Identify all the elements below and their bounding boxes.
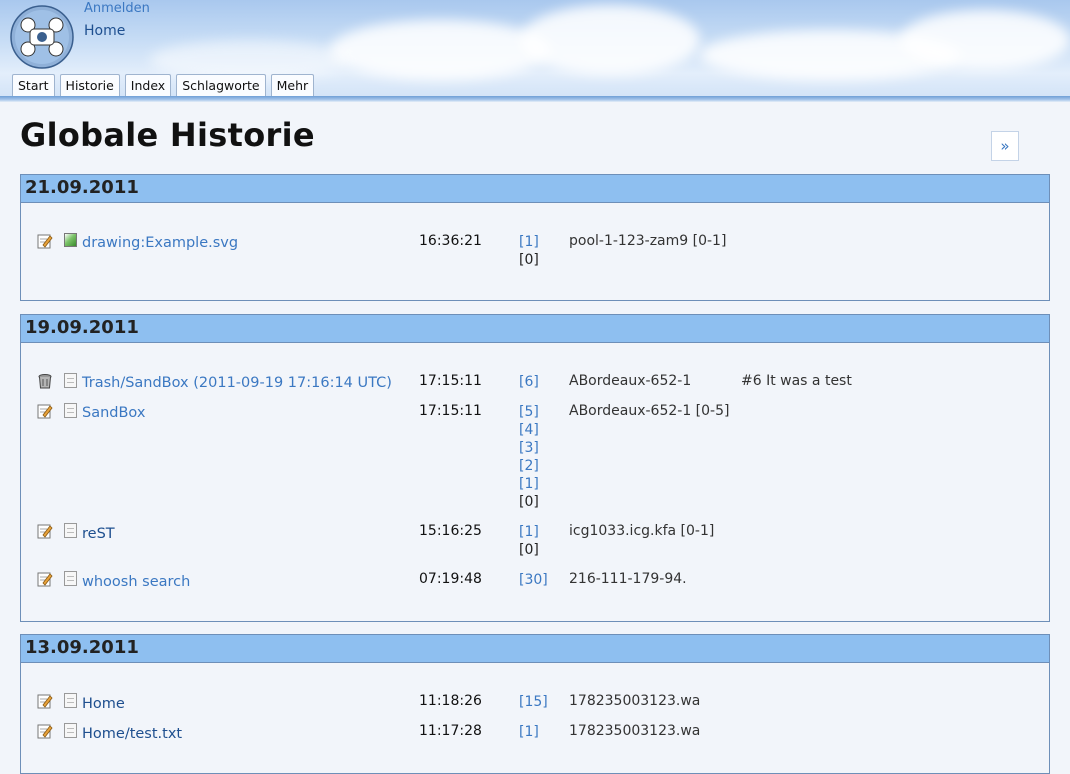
edit-icon: [37, 524, 53, 539]
revision-list: [1] [0]: [519, 523, 539, 559]
login-link[interactable]: Anmelden: [84, 1, 150, 16]
home-link[interactable]: Home: [84, 23, 125, 39]
edit-icon: [37, 724, 53, 739]
revision-link[interactable]: [6]: [519, 373, 539, 391]
day-date: 21.09.2011: [21, 175, 1049, 203]
editor-name: pool-1-123-zam9 [0-1]: [569, 233, 727, 249]
page-name-link[interactable]: SandBox: [82, 405, 145, 421]
revision-list: [6]: [519, 373, 539, 391]
revision-link[interactable]: [5]: [519, 403, 539, 421]
header-cloud: [520, 5, 700, 75]
revision-current: [0]: [519, 494, 539, 510]
tab-historie[interactable]: Historie: [59, 74, 120, 96]
tab-schlagworte[interactable]: Schlagworte: [176, 74, 266, 96]
edit-icon: [37, 404, 53, 419]
page-icon: [64, 693, 77, 708]
revision-link[interactable]: [1]: [519, 233, 539, 251]
site-header: Anmelden Home Start Historie Index Schla…: [0, 0, 1070, 98]
next-page-button[interactable]: »: [991, 131, 1019, 161]
edit-time: 17:15:11: [419, 373, 482, 389]
page-icon: [64, 723, 77, 738]
day-date: 19.09.2011: [21, 315, 1049, 343]
page-name-link[interactable]: Trash/SandBox (2011-09-19 17:16:14 UTC): [82, 375, 392, 391]
revision-link[interactable]: [3]: [519, 439, 539, 457]
day-group: 19.09.2011 Trash/SandBox (2011-09-19 17:…: [20, 314, 1050, 622]
page-name-link[interactable]: drawing:Example.svg: [82, 235, 238, 251]
editor-name: 178235003123.wa: [569, 693, 701, 709]
header-divider: [0, 96, 1070, 102]
tab-index[interactable]: Index: [124, 74, 172, 96]
header-cloud: [330, 20, 550, 80]
header-cloud: [900, 10, 1070, 70]
page-icon: [64, 403, 77, 418]
revision-link[interactable]: [30]: [519, 571, 548, 589]
edit-time: 15:16:25: [419, 523, 482, 539]
page-icon: [64, 373, 77, 388]
revision-link[interactable]: [15]: [519, 693, 548, 711]
tab-mehr[interactable]: Mehr: [270, 74, 315, 96]
revision-list: [1] [0]: [519, 233, 539, 269]
edit-icon: [37, 572, 53, 587]
day-group: 13.09.2011 Home 11:18:26 [15] 1782350031…: [20, 634, 1050, 774]
editor-name: 216-111-179-94.: [569, 571, 687, 587]
edit-comment: #6 It was a test: [741, 373, 852, 389]
day-date: 13.09.2011: [21, 635, 1049, 663]
revision-list: [15]: [519, 693, 548, 711]
image-file-icon: [64, 233, 77, 247]
edit-icon: [37, 234, 53, 249]
edit-time: 11:17:28: [419, 723, 482, 739]
revision-list: [5] [4] [3] [2] [1] [0]: [519, 403, 539, 511]
page-title: Globale Historie: [20, 116, 315, 154]
revision-link[interactable]: [1]: [519, 475, 539, 493]
edit-time: 11:18:26: [419, 693, 482, 709]
revision-link[interactable]: [1]: [519, 723, 539, 741]
revision-current: [0]: [519, 542, 539, 558]
editor-name: icg1033.icg.kfa [0-1]: [569, 523, 715, 539]
editor-name: 178235003123.wa: [569, 723, 701, 739]
editor-name: ABordeaux-652-1: [569, 373, 692, 389]
page-icon: [64, 571, 77, 586]
main-nav-tabs: Start Historie Index Schlagworte Mehr: [12, 74, 315, 96]
page-name-link[interactable]: Home/test.txt: [82, 726, 182, 742]
page-name-link[interactable]: Home: [82, 696, 125, 712]
moinmoin-logo[interactable]: [10, 5, 74, 69]
revision-current: [0]: [519, 252, 539, 268]
day-group: 21.09.2011 drawing:Example.svg 16:36:21 …: [20, 174, 1050, 301]
revision-link[interactable]: [4]: [519, 421, 539, 439]
edit-icon: [37, 694, 53, 709]
edit-time: 17:15:11: [419, 403, 482, 419]
page-name-link[interactable]: reST: [82, 526, 115, 542]
page-icon: [64, 523, 77, 538]
editor-name: ABordeaux-652-1 [0-5]: [569, 403, 730, 419]
tab-start[interactable]: Start: [12, 74, 55, 96]
edit-time: 16:36:21: [419, 233, 482, 249]
page-name-link[interactable]: whoosh search: [82, 574, 190, 590]
revision-link[interactable]: [1]: [519, 523, 539, 541]
revision-list: [30]: [519, 571, 548, 589]
revision-list: [1]: [519, 723, 539, 741]
revision-link[interactable]: [2]: [519, 457, 539, 475]
trash-icon: [38, 374, 52, 389]
edit-time: 07:19:48: [419, 571, 482, 587]
